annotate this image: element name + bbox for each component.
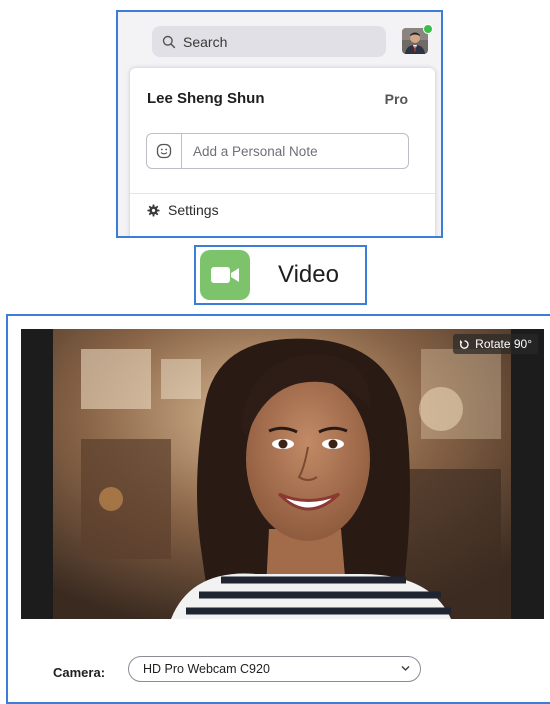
menu-divider xyxy=(130,193,435,194)
rotate-90-button[interactable]: Rotate 90° xyxy=(453,334,538,354)
search-icon xyxy=(162,35,176,48)
video-settings-tab[interactable]: Video xyxy=(194,245,367,305)
camera-preview: Rotate 90° xyxy=(21,329,544,619)
smiley-icon xyxy=(156,143,172,159)
personal-note-placeholder: Add a Personal Note xyxy=(193,143,318,159)
profile-panel-crop: Search Lee Sheng Shun Pro Add a Personal… xyxy=(116,10,443,238)
personal-note-field[interactable]: Add a Personal Note xyxy=(146,133,409,169)
profile-dropdown-menu: Lee Sheng Shun Pro Add a Personal Note S… xyxy=(130,68,435,236)
video-tab-label: Video xyxy=(278,261,339,288)
search-input[interactable]: Search xyxy=(152,26,386,57)
rotate-label: Rotate 90° xyxy=(475,337,532,351)
camera-label: Camera: xyxy=(53,665,106,680)
chevron-down-icon xyxy=(401,666,410,671)
plan-badge: Pro xyxy=(384,91,408,107)
camera-selected-value: HD Pro Webcam C920 xyxy=(143,662,270,676)
camera-select[interactable]: HD Pro Webcam C920 xyxy=(128,656,421,682)
user-name: Lee Sheng Shun xyxy=(147,90,265,107)
settings-label: Settings xyxy=(168,202,219,218)
video-settings-panel: Rotate 90° Camera: HD Pro Webcam C920 xyxy=(6,314,550,704)
gear-icon xyxy=(147,203,160,217)
presence-status-dot xyxy=(423,24,433,34)
emoji-button[interactable] xyxy=(147,134,182,168)
search-label: Search xyxy=(183,33,228,50)
camera-preview-image xyxy=(21,329,544,619)
video-camera-icon xyxy=(200,250,250,300)
settings-menu-item[interactable]: Settings xyxy=(147,202,219,218)
rotate-icon xyxy=(459,339,469,349)
